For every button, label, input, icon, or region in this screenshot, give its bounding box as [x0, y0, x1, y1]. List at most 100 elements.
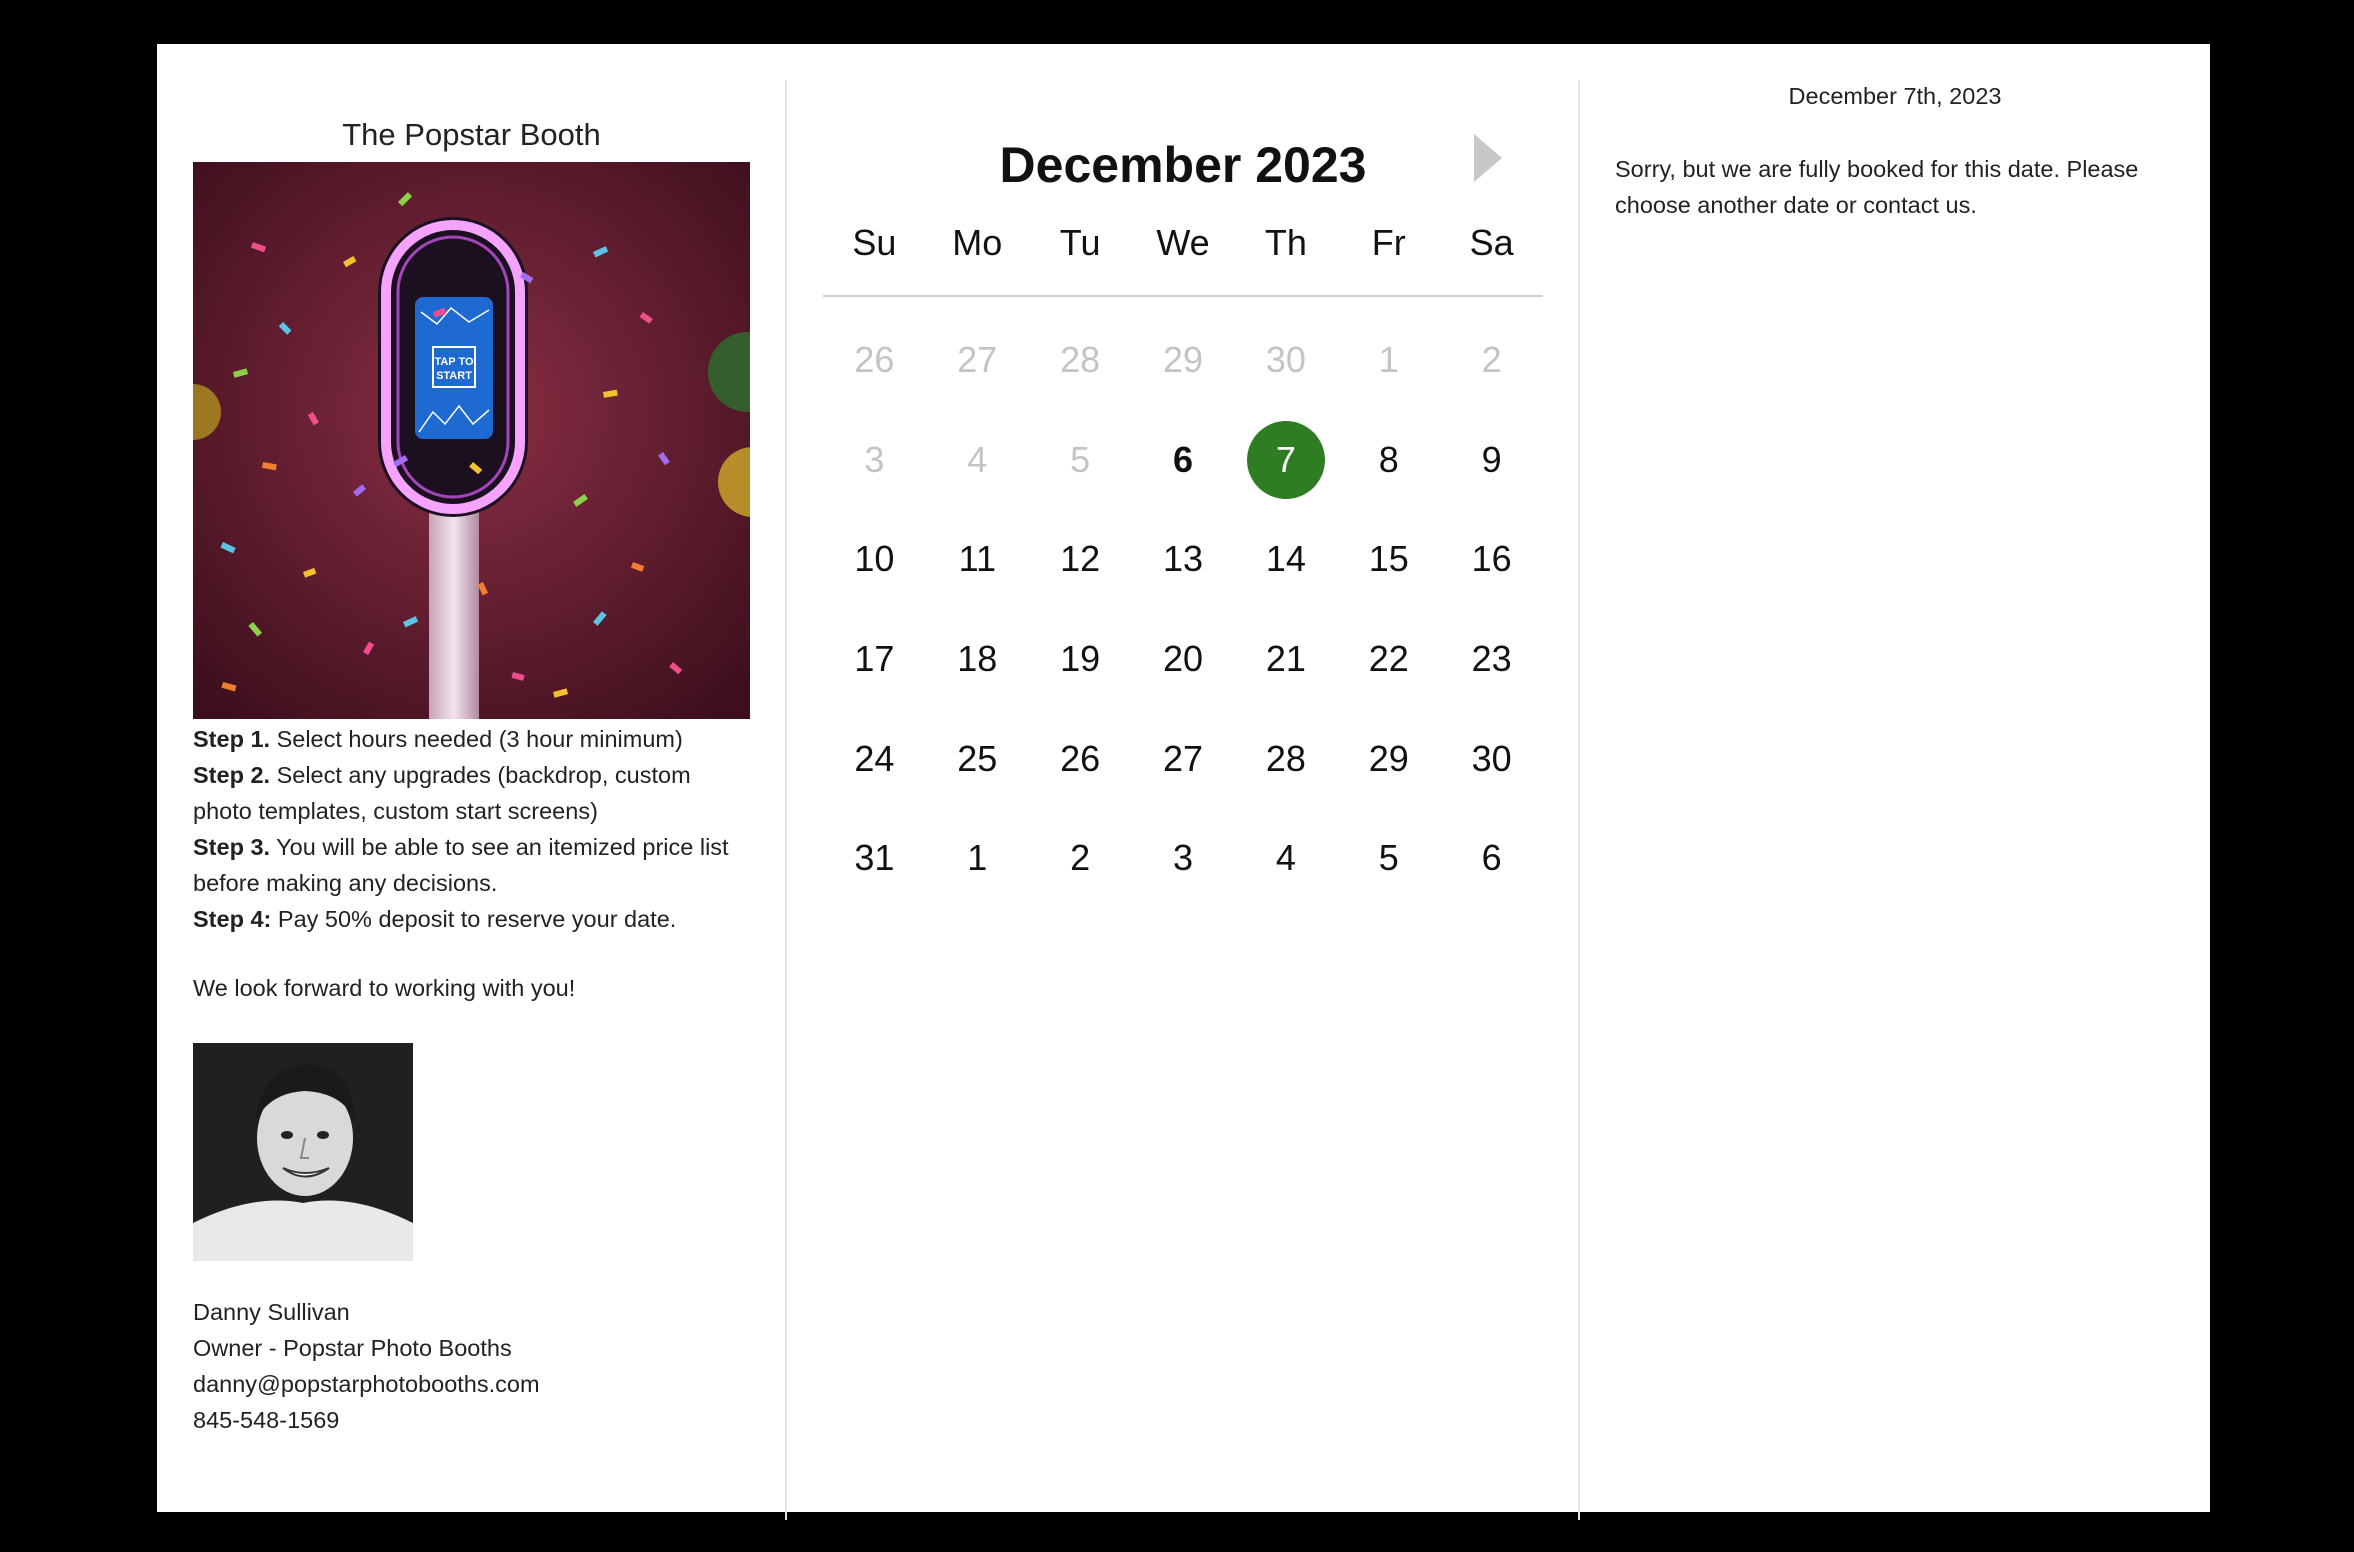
day-number: 2 [1481, 339, 1502, 380]
step-3: Step 3. You will be able to see an itemi… [193, 829, 750, 901]
calendar-day[interactable]: 5 [1337, 818, 1440, 898]
calendar-day[interactable]: 4 [926, 420, 1029, 500]
calendar-day[interactable]: 26 [1029, 719, 1132, 799]
calendar-day[interactable]: 30 [1440, 719, 1543, 799]
day-number: 15 [1368, 538, 1409, 579]
calendar-day[interactable]: 16 [1440, 519, 1543, 599]
step-label: Step 2. [193, 762, 271, 788]
calendar-day[interactable]: 28 [1234, 719, 1337, 799]
weekday-label: Mo [952, 222, 1003, 263]
step-text: Pay 50% deposit to reserve your date. [271, 906, 677, 932]
calendar-day[interactable]: 1 [926, 818, 1029, 898]
calendar-day[interactable]: 15 [1337, 519, 1440, 599]
calendar-day[interactable]: 27 [1132, 719, 1235, 799]
calendar-day[interactable]: 25 [926, 719, 1029, 799]
day-number: 5 [1070, 439, 1091, 480]
calendar-day[interactable]: 2 [1440, 320, 1543, 400]
day-number: 3 [1172, 837, 1194, 878]
day-number: 30 [1471, 738, 1512, 779]
step-text: You will be able to see an itemized pric… [193, 834, 729, 896]
contact-role: Owner - Popstar Photo Booths [193, 1335, 512, 1361]
day-number: 20 [1162, 638, 1204, 679]
day-number: 10 [854, 538, 895, 579]
day-number: 4 [967, 439, 988, 480]
calendar-day[interactable]: 17 [823, 619, 926, 699]
calendar-day[interactable]: 9 [1440, 420, 1543, 500]
day-number: 19 [1060, 638, 1101, 679]
service-title: The Popstar Booth [342, 117, 601, 152]
calendar-day[interactable]: 22 [1337, 619, 1440, 699]
day-number: 25 [957, 738, 998, 779]
day-number: 8 [1378, 439, 1399, 480]
calendar-day[interactable]: 6 [1132, 420, 1235, 500]
day-number: 28 [1265, 738, 1306, 779]
calendar-day[interactable]: 19 [1029, 619, 1132, 699]
calendar-day[interactable]: 28 [1029, 320, 1132, 400]
calendar-day[interactable]: 30 [1234, 320, 1337, 400]
closing-text: We look forward to working with you! [193, 975, 576, 1001]
day-number: 5 [1378, 837, 1399, 878]
weekday-label: Fr [1371, 222, 1406, 263]
calendar-month-title: December 2023 [999, 137, 1367, 193]
calendar-day[interactable]: 14 [1234, 519, 1337, 599]
calendar-day[interactable]: 2 [1029, 818, 1132, 898]
column-divider [785, 80, 787, 1520]
booth-photo: TAP TO START [193, 162, 750, 719]
day-number: 3 [864, 439, 885, 480]
contact-name: Danny Sullivan [193, 1299, 350, 1325]
calendar-day[interactable]: 6 [1440, 818, 1543, 898]
day-number: 4 [1275, 837, 1296, 878]
calendar-day[interactable]: 20 [1132, 619, 1235, 699]
calendar-day[interactable]: 3 [1132, 818, 1235, 898]
day-number: 29 [1162, 339, 1204, 380]
calendar-day[interactable]: 11 [926, 519, 1029, 599]
contact-email[interactable]: danny@popstarphotobooths.com [193, 1366, 540, 1402]
calendar-day[interactable]: 3 [823, 420, 926, 500]
day-number: 9 [1481, 439, 1502, 480]
calendar-day[interactable]: 26 [823, 320, 926, 400]
calendar-day[interactable]: 5 [1029, 420, 1132, 500]
booking-steps: Step 1. Select hours needed (3 hour mini… [193, 721, 750, 937]
weekday-label: Tu [1059, 222, 1101, 263]
selected-date-label: December 7th, 2023 [1788, 83, 2002, 109]
calendar-day[interactable]: 8 [1337, 420, 1440, 500]
calendar-day[interactable]: 21 [1234, 619, 1337, 699]
next-month-button[interactable] [1466, 130, 1506, 186]
calendar-day[interactable]: 31 [823, 818, 926, 898]
weekday-label: Th [1264, 222, 1307, 263]
calendar-day-selected[interactable]: 7 [1234, 420, 1337, 500]
calendar-week-row: 17 18 19 20 21 22 23 [823, 619, 1543, 699]
step-label: Step 4: [193, 906, 272, 932]
day-number: 28 [1060, 339, 1101, 380]
calendar-day[interactable]: 24 [823, 719, 926, 799]
calendar-day[interactable]: 10 [823, 519, 926, 599]
calendar-day[interactable]: 4 [1234, 818, 1337, 898]
step-label: Step 1. [193, 726, 271, 752]
day-number: 27 [957, 339, 998, 380]
screen-text-line1: TAP TO [434, 356, 474, 368]
step-4: Step 4: Pay 50% deposit to reserve your … [193, 901, 750, 937]
calendar-week-row: 26 27 28 29 30 1 2 [823, 320, 1543, 400]
availability-message: Sorry, but we are fully booked for this … [1615, 156, 2139, 218]
calendar-day[interactable]: 23 [1440, 619, 1543, 699]
step-label: Step 3. [193, 834, 271, 860]
calendar-day[interactable]: 29 [1337, 719, 1440, 799]
contact-phone[interactable]: 845-548-1569 [193, 1402, 540, 1438]
owner-avatar [193, 1043, 413, 1261]
screen-text-line2: START [436, 370, 472, 382]
day-number: 13 [1162, 538, 1204, 579]
calendar-day[interactable]: 27 [926, 320, 1029, 400]
triangle-right-icon [1474, 134, 1502, 182]
day-number: 16 [1471, 538, 1512, 579]
calendar-day[interactable]: 13 [1132, 519, 1235, 599]
day-number: 26 [854, 339, 895, 380]
calendar-day[interactable]: 18 [926, 619, 1029, 699]
weekday-label: Sa [1469, 222, 1514, 263]
calendar-day[interactable]: 29 [1132, 320, 1235, 400]
day-number: 7 [1275, 439, 1296, 480]
calendar-day[interactable]: 1 [1337, 320, 1440, 400]
day-number: 12 [1060, 538, 1101, 579]
calendar-day[interactable]: 12 [1029, 519, 1132, 599]
weekday-header: Su Mo Tu We Th Fr Sa [823, 222, 1543, 264]
step-text: Select hours needed (3 hour minimum) [270, 726, 683, 752]
